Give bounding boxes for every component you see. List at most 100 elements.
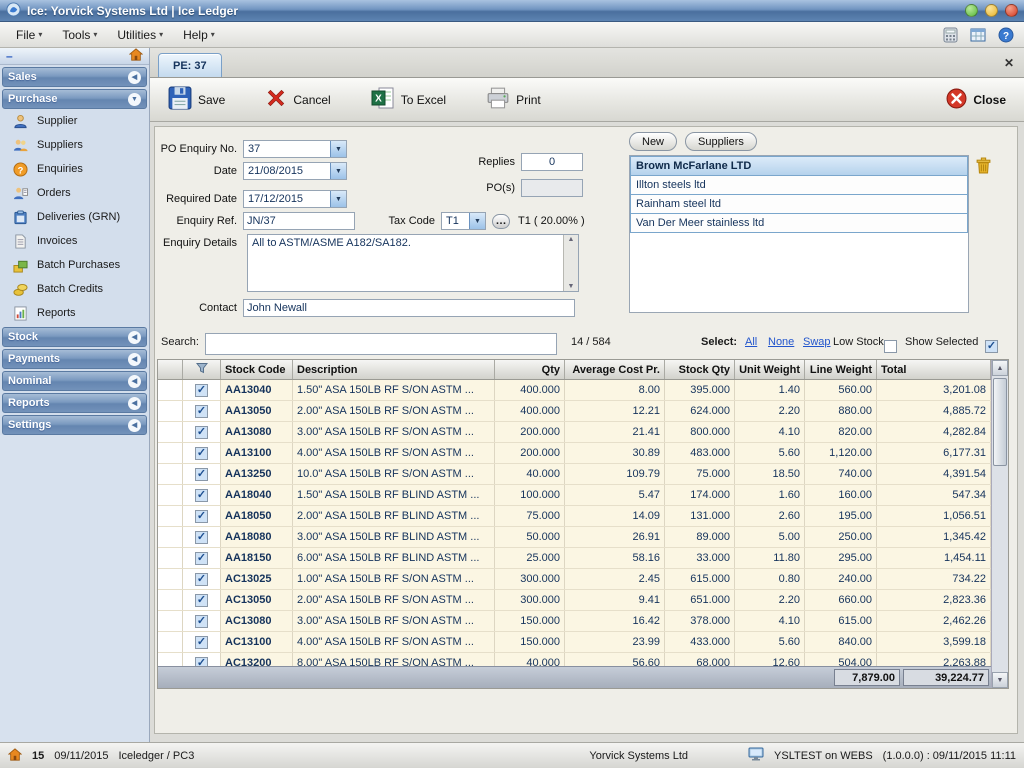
sidebar-item-suppliers[interactable]: Suppliers [0, 133, 149, 157]
minimize-button[interactable] [965, 4, 978, 17]
row-selector[interactable] [158, 443, 183, 463]
row-checkbox[interactable]: ✓ [183, 569, 221, 589]
menu-tools[interactable]: Tools▾ [54, 25, 105, 45]
chevron-down-icon[interactable]: ▼ [330, 141, 346, 157]
table-row[interactable]: ✓AA181506.00" ASA 150LB RF BLIND ASTM ..… [158, 548, 991, 569]
close-button[interactable]: Close [940, 84, 1012, 116]
row-selector[interactable] [158, 422, 183, 442]
chevron-down-icon[interactable]: ▼ [469, 213, 485, 229]
table-row[interactable]: ✓AC130251.00" ASA 150LB RF S/ON ASTM ...… [158, 569, 991, 590]
row-selector[interactable] [158, 485, 183, 505]
pos-input[interactable] [521, 179, 583, 197]
supplier-list-item[interactable]: Rainham steel ltd [630, 194, 968, 214]
sidebar-minimize-button[interactable]: – [6, 51, 13, 61]
row-selector[interactable] [158, 632, 183, 652]
suppliers-button[interactable]: Suppliers [685, 132, 757, 151]
sidebar-section-stock[interactable]: Stock◀ [2, 327, 147, 347]
row-selector[interactable] [158, 569, 183, 589]
home-icon[interactable] [129, 48, 143, 64]
date-combo[interactable]: 21/08/2015 ▼ [243, 162, 347, 180]
chevron-left-icon[interactable]: ◀ [128, 331, 141, 344]
tax-code-lookup-button[interactable]: … [492, 214, 510, 229]
sidebar-item-batch-purchases[interactable]: Batch Purchases [0, 253, 149, 277]
chevron-down-icon[interactable]: ▼ [330, 163, 346, 179]
chevron-left-icon[interactable]: ◀ [128, 375, 141, 388]
row-selector[interactable] [158, 401, 183, 421]
sidebar-item-batch-credits[interactable]: Batch Credits [0, 277, 149, 301]
menu-file[interactable]: File▾ [8, 25, 50, 45]
show-selected-checkbox[interactable]: ✓ [985, 340, 998, 353]
row-selector[interactable] [158, 548, 183, 568]
sidebar-item-invoices[interactable]: Invoices [0, 229, 149, 253]
chevron-left-icon[interactable]: ◀ [128, 419, 141, 432]
select-swap-link[interactable]: Swap [803, 331, 831, 353]
enquiry-details-input[interactable]: All to ASTM/ASME A182/SA182. [248, 235, 563, 291]
new-supplier-button[interactable]: New [629, 132, 677, 151]
filter-header[interactable] [183, 360, 221, 379]
delete-supplier-icon[interactable] [975, 157, 992, 177]
maximize-button[interactable] [985, 4, 998, 17]
cancel-button[interactable]: Cancel [259, 83, 336, 116]
table-row[interactable]: ✓AC130803.00" ASA 150LB RF S/ON ASTM ...… [158, 611, 991, 632]
select-all-link[interactable]: All [745, 331, 757, 353]
select-none-link[interactable]: None [768, 331, 794, 353]
tab-pe-37[interactable]: PE: 37 [158, 53, 222, 77]
row-checkbox[interactable]: ✓ [183, 380, 221, 400]
print-button[interactable]: Print [480, 83, 547, 116]
textarea-scrollbar[interactable]: ▲▼ [563, 235, 578, 291]
menu-help[interactable]: Help▾ [175, 25, 223, 45]
table-row[interactable]: ✓AA1325010.0" ASA 150LB RF S/ON ASTM ...… [158, 464, 991, 485]
row-checkbox[interactable]: ✓ [183, 590, 221, 610]
help-icon[interactable]: ? [996, 26, 1016, 44]
row-checkbox[interactable]: ✓ [183, 443, 221, 463]
sidebar-section-purchase[interactable]: Purchase▼ [2, 89, 147, 109]
tab-close-icon[interactable]: ✕ [1004, 56, 1014, 70]
table-row[interactable]: ✓AA180401.50" ASA 150LB RF BLIND ASTM ..… [158, 485, 991, 506]
supplier-list-item[interactable]: Illton steels ltd [630, 175, 968, 195]
home-icon[interactable] [8, 748, 22, 764]
contact-input[interactable] [243, 299, 575, 317]
table-row[interactable]: ✓AA130401.50" ASA 150LB RF S/ON ASTM ...… [158, 380, 991, 401]
row-checkbox[interactable]: ✓ [183, 464, 221, 484]
column-header-stock-code[interactable]: Stock Code [221, 360, 293, 379]
row-checkbox[interactable]: ✓ [183, 485, 221, 505]
row-checkbox[interactable]: ✓ [183, 506, 221, 526]
table-row[interactable]: ✓AA130803.00" ASA 150LB RF S/ON ASTM ...… [158, 422, 991, 443]
chevron-down-icon[interactable]: ▼ [330, 191, 346, 207]
column-header-stock-qty[interactable]: Stock Qty [665, 360, 735, 379]
chevron-down-icon[interactable]: ▼ [128, 93, 141, 106]
row-selector[interactable] [158, 527, 183, 547]
scroll-down-icon[interactable]: ▼ [992, 672, 1008, 688]
supplier-list-item[interactable]: Van Der Meer stainless ltd [630, 213, 968, 233]
sidebar-section-payments[interactable]: Payments◀ [2, 349, 147, 369]
save-button[interactable]: Save [162, 82, 231, 117]
sidebar-section-settings[interactable]: Settings◀ [2, 415, 147, 435]
row-selector[interactable] [158, 464, 183, 484]
column-header-qty[interactable]: Qty [495, 360, 565, 379]
chevron-left-icon[interactable]: ◀ [128, 71, 141, 84]
low-stock-checkbox[interactable] [884, 340, 897, 353]
sidebar-section-reports[interactable]: Reports◀ [2, 393, 147, 413]
replies-input[interactable] [521, 153, 583, 171]
close-window-button[interactable] [1005, 4, 1018, 17]
row-checkbox[interactable]: ✓ [183, 401, 221, 421]
table-row[interactable]: ✓AA131004.00" ASA 150LB RF S/ON ASTM ...… [158, 443, 991, 464]
column-header-unit-weight[interactable]: Unit Weight [735, 360, 805, 379]
scroll-up-icon[interactable]: ▲ [992, 360, 1008, 376]
row-checkbox[interactable]: ✓ [183, 527, 221, 547]
row-checkbox[interactable]: ✓ [183, 548, 221, 568]
sidebar-item-supplier[interactable]: Supplier [0, 109, 149, 133]
row-selector-header[interactable] [158, 360, 183, 379]
calculator-icon[interactable] [940, 26, 960, 44]
table-row[interactable]: ✓AC130502.00" ASA 150LB RF S/ON ASTM ...… [158, 590, 991, 611]
chevron-left-icon[interactable]: ◀ [128, 353, 141, 366]
sidebar-item-enquiries[interactable]: ?Enquiries [0, 157, 149, 181]
supplier-list-item[interactable]: Brown McFarlane LTD [630, 156, 968, 176]
column-header-line-weight[interactable]: Line Weight [805, 360, 877, 379]
row-selector[interactable] [158, 380, 183, 400]
column-header-description[interactable]: Description [293, 360, 495, 379]
row-selector[interactable] [158, 506, 183, 526]
row-selector[interactable] [158, 590, 183, 610]
required-date-combo[interactable]: 17/12/2015 ▼ [243, 190, 347, 208]
search-input[interactable] [205, 333, 557, 355]
